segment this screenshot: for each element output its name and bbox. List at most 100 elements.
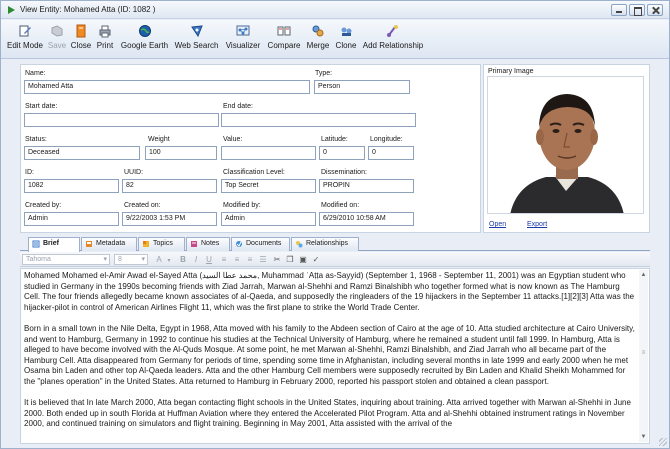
font-select[interactable]: Tahoma — [22, 254, 110, 265]
merge-label: Merge — [306, 41, 330, 50]
font-size-select[interactable]: 8 — [114, 254, 148, 265]
modified-by-field[interactable]: Admin — [221, 212, 316, 226]
add-relationship-icon — [387, 25, 398, 37]
clone-label: Clone — [335, 41, 357, 50]
close-document-icon — [76, 24, 86, 38]
merge-button[interactable]: Merge — [304, 22, 332, 57]
portrait-image — [488, 77, 643, 213]
save-icon — [51, 25, 63, 37]
close-window-button[interactable] — [647, 4, 663, 16]
save-button[interactable]: Save — [46, 22, 68, 57]
uuid-field[interactable]: 82 — [122, 179, 217, 193]
brief-text-area[interactable]: Mohamed Mohamed el-Amir Awad el-Sayed At… — [20, 268, 650, 444]
scroll-up-icon[interactable]: ▲ — [640, 271, 647, 279]
scroll-down-icon[interactable]: ▼ — [640, 433, 647, 441]
brief-paragraph: Mohamed Mohamed el-Amir Awad el-Sayed At… — [24, 271, 635, 312]
export-image-link[interactable]: Export — [527, 221, 547, 228]
toolbar: Edit Mode Save Close Print Google Earth … — [1, 20, 669, 59]
relationships-icon — [296, 241, 303, 248]
tab-relationships[interactable]: Relationships — [291, 237, 359, 251]
modified-on-field[interactable]: 6/29/2010 10:58 AM — [319, 212, 414, 226]
font-color-icon[interactable]: A — [154, 255, 164, 264]
edit-mode-label: Edit Mode — [6, 41, 44, 50]
tab-strip: Brief Metadata Topics Notes Documents Re… — [20, 237, 650, 252]
created-on-field[interactable]: 9/22/2003 1:53 PM — [122, 212, 217, 226]
tab-metadata-label: Metadata — [96, 240, 126, 247]
italic-icon[interactable]: I — [191, 255, 201, 264]
value-label: Value: — [223, 136, 243, 143]
latitude-label: Latitude: — [321, 136, 348, 143]
tab-notes[interactable]: Notes — [186, 237, 230, 251]
entity-window: View Entity: Mohamed Atta (ID: 1082 ) Ed… — [0, 0, 670, 449]
resize-grip[interactable] — [659, 438, 667, 446]
tab-brief-label: Brief — [43, 240, 59, 247]
paste-icon[interactable]: ▣ — [298, 255, 308, 264]
add-relationship-button[interactable]: Add Relationship — [360, 22, 426, 57]
end-date-label: End date: — [223, 103, 253, 110]
modified-on-label: Modified on: — [321, 202, 360, 209]
tab-topics[interactable]: Topics — [138, 237, 185, 251]
metadata-icon — [86, 241, 92, 247]
compare-button[interactable]: Compare — [266, 22, 302, 57]
copy-icon[interactable]: ❐ — [285, 255, 295, 264]
window-title: View Entity: Mohamed Atta (ID: 1082 ) — [20, 5, 156, 14]
vertical-scrollbar[interactable]: ▲ ≡ ▼ — [639, 270, 648, 442]
scroll-thumb[interactable]: ≡ — [640, 348, 647, 358]
close-button[interactable]: Close — [69, 22, 93, 57]
cut-icon[interactable]: ✂ — [272, 255, 282, 264]
format-toolbar: Tahoma 8 A ▾ B I U ≡ ≡ ≡ ☰ ✂ ❐ ▣ ✓ — [20, 252, 650, 267]
name-label: Name: — [25, 70, 46, 77]
value-field[interactable] — [221, 146, 316, 160]
status-field[interactable]: Deceased — [24, 146, 140, 160]
dissemination-label: Dissemination: — [321, 169, 367, 176]
bold-icon[interactable]: B — [178, 255, 188, 264]
add-relationship-label: Add Relationship — [362, 41, 424, 50]
brief-icon — [32, 240, 40, 248]
maximize-button[interactable] — [629, 4, 645, 16]
visualizer-button[interactable]: Visualizer — [222, 22, 264, 57]
topics-icon — [143, 241, 149, 247]
id-field[interactable]: 1082 — [24, 179, 119, 193]
title-bar[interactable]: View Entity: Mohamed Atta (ID: 1082 ) — [1, 1, 669, 19]
minimize-button[interactable] — [611, 4, 627, 16]
classification-label: Classification Level: — [223, 169, 285, 176]
align-right-icon[interactable]: ≡ — [245, 255, 255, 264]
spell-check-icon[interactable]: ✓ — [311, 255, 321, 264]
visualizer-icon — [236, 25, 250, 36]
edit-mode-button[interactable]: Edit Mode — [5, 22, 45, 57]
clone-button[interactable]: Clone — [334, 22, 358, 57]
tab-metadata[interactable]: Metadata — [81, 237, 137, 251]
tab-notes-label: Notes — [201, 240, 220, 247]
google-earth-button[interactable]: Google Earth — [118, 22, 171, 57]
globe-icon — [138, 25, 151, 37]
google-earth-label: Google Earth — [120, 41, 169, 50]
status-label: Status: — [25, 136, 47, 143]
tab-documents[interactable]: Documents — [231, 237, 290, 251]
play-icon — [8, 6, 15, 14]
bullet-list-icon[interactable]: ☰ — [258, 255, 268, 264]
tab-brief[interactable]: Brief — [28, 237, 80, 252]
end-date-field[interactable] — [221, 113, 416, 127]
font-color-dropdown-icon[interactable]: ▾ — [164, 257, 174, 264]
printer-icon — [99, 25, 111, 38]
type-field[interactable]: Person — [314, 80, 410, 94]
open-image-link[interactable]: Open — [489, 221, 506, 228]
tab-topics-label: Topics — [153, 240, 173, 247]
longitude-field[interactable]: 0 — [368, 146, 414, 160]
created-by-field[interactable]: Admin — [24, 212, 119, 226]
align-center-icon[interactable]: ≡ — [232, 255, 242, 264]
dissemination-field[interactable]: PROPIN — [319, 179, 414, 193]
underline-icon[interactable]: U — [204, 255, 214, 264]
primary-image[interactable] — [487, 76, 644, 214]
web-search-button[interactable]: Web Search — [173, 22, 220, 57]
classification-field[interactable]: Top Secret — [221, 179, 316, 193]
latitude-field[interactable]: 0 — [319, 146, 365, 160]
start-date-field[interactable] — [24, 113, 219, 127]
visualizer-label: Visualizer — [225, 41, 261, 50]
weight-field[interactable]: 100 — [145, 146, 217, 160]
web-search-icon — [190, 25, 203, 38]
align-left-icon[interactable]: ≡ — [219, 255, 229, 264]
name-field[interactable]: Mohamed Atta — [24, 80, 310, 94]
start-date-label: Start date: — [25, 103, 58, 110]
print-button[interactable]: Print — [94, 22, 116, 57]
